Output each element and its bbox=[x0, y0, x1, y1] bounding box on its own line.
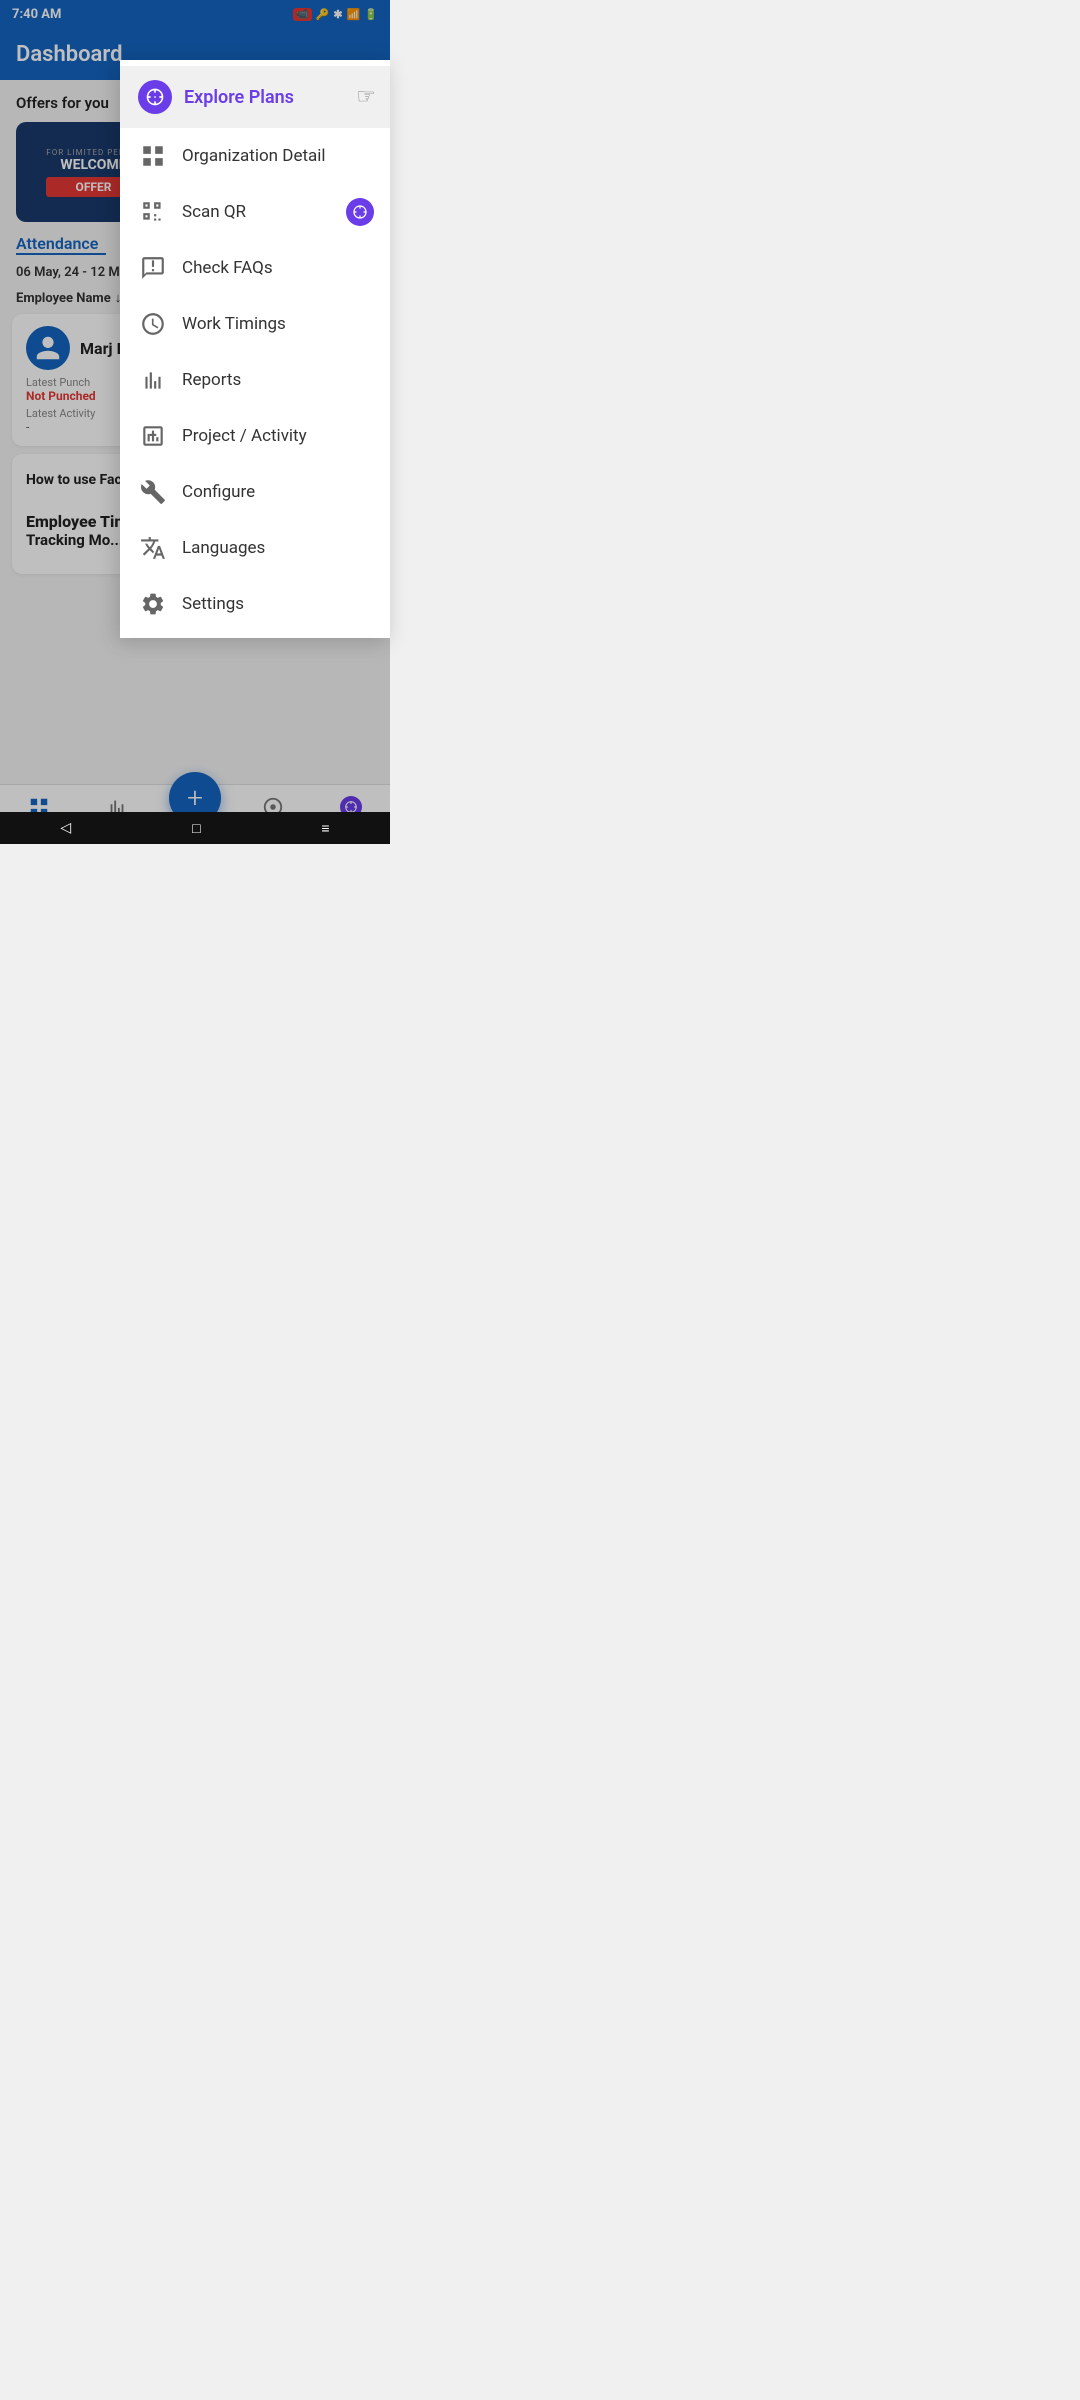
menu-item-check-faqs[interactable]: Check FAQs bbox=[120, 240, 390, 296]
settings-label: Settings bbox=[182, 594, 244, 614]
languages-icon bbox=[138, 533, 168, 563]
cursor-hand: ☞ bbox=[356, 85, 376, 110]
project-activity-icon bbox=[138, 421, 168, 451]
work-timings-icon bbox=[138, 309, 168, 339]
recents-button[interactable]: ≡ bbox=[321, 820, 329, 837]
configure-icon bbox=[138, 477, 168, 507]
menu-item-configure[interactable]: Configure bbox=[120, 464, 390, 520]
reports-label: Reports bbox=[182, 370, 241, 390]
dropdown-menu: Explore Plans ☞ Organization Detail Scan… bbox=[120, 60, 390, 638]
work-timings-label: Work Timings bbox=[182, 314, 286, 334]
menu-item-scan-qr[interactable]: Scan QR bbox=[120, 184, 390, 240]
back-button[interactable]: ◁ bbox=[60, 820, 71, 836]
menu-item-work-timings[interactable]: Work Timings bbox=[120, 296, 390, 352]
reports-icon bbox=[138, 365, 168, 395]
configure-label: Configure bbox=[182, 482, 255, 502]
menu-item-org-detail[interactable]: Organization Detail bbox=[120, 128, 390, 184]
menu-item-settings[interactable]: Settings bbox=[120, 576, 390, 632]
menu-item-languages[interactable]: Languages bbox=[120, 520, 390, 576]
premium-badge bbox=[346, 198, 374, 226]
org-detail-icon bbox=[138, 141, 168, 171]
scan-qr-label: Scan QR bbox=[182, 202, 246, 222]
settings-icon bbox=[138, 589, 168, 619]
home-button[interactable]: □ bbox=[192, 820, 200, 837]
menu-item-reports[interactable]: Reports bbox=[120, 352, 390, 408]
menu-item-project-activity[interactable]: Project / Activity bbox=[120, 408, 390, 464]
check-faqs-icon bbox=[138, 253, 168, 283]
scan-qr-icon bbox=[138, 197, 168, 227]
org-detail-label: Organization Detail bbox=[182, 146, 326, 166]
project-activity-label: Project / Activity bbox=[182, 426, 307, 446]
check-faqs-label: Check FAQs bbox=[182, 258, 273, 278]
system-nav-bar: ◁ □ ≡ bbox=[0, 812, 390, 844]
explore-icon bbox=[138, 80, 172, 114]
languages-label: Languages bbox=[182, 538, 265, 558]
explore-label: Explore Plans bbox=[184, 87, 294, 108]
menu-item-explore[interactable]: Explore Plans ☞ bbox=[120, 66, 390, 128]
